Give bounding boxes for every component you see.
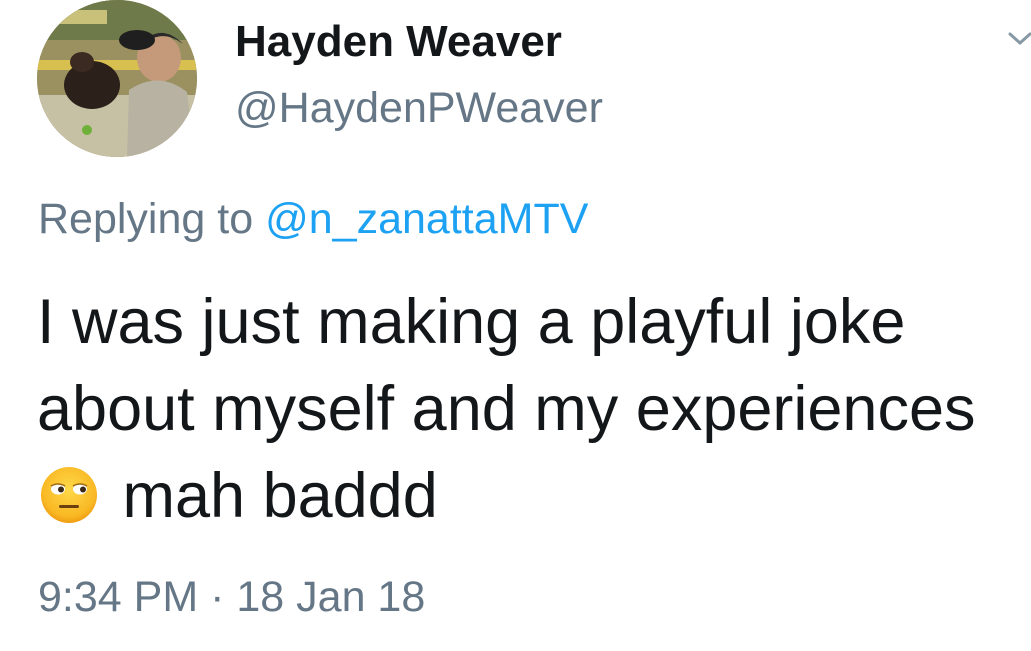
avatar-photo: [37, 0, 197, 157]
replying-to-line: Replying to @n_zanattaMTV: [38, 195, 588, 244]
neutral-face-emoji-icon: [39, 465, 99, 525]
chevron-down-icon[interactable]: [1008, 26, 1031, 50]
avatar[interactable]: [37, 0, 197, 157]
display-name[interactable]: Hayden Weaver: [235, 17, 562, 68]
tweet-time: 9:34 PM: [38, 573, 199, 621]
user-handle[interactable]: @HaydenPWeaver: [235, 84, 603, 133]
tweet-text-part1: I was just making a playful joke about m…: [37, 287, 976, 444]
tweet-text-part2: mah baddd: [122, 461, 438, 531]
tweet-timestamp[interactable]: 9:34 PM · 18 Jan 18: [38, 573, 425, 622]
tweet-card: Hayden Weaver @HaydenPWeaver Replying to…: [0, 0, 1031, 651]
tweet-text: I was just making a playful joke about m…: [37, 279, 997, 540]
replying-to-label: Replying to: [38, 195, 254, 243]
timestamp-separator: ·: [210, 573, 225, 621]
tweet-date: 18 Jan 18: [236, 573, 426, 621]
reply-mention-link[interactable]: @n_zanattaMTV: [265, 195, 588, 243]
